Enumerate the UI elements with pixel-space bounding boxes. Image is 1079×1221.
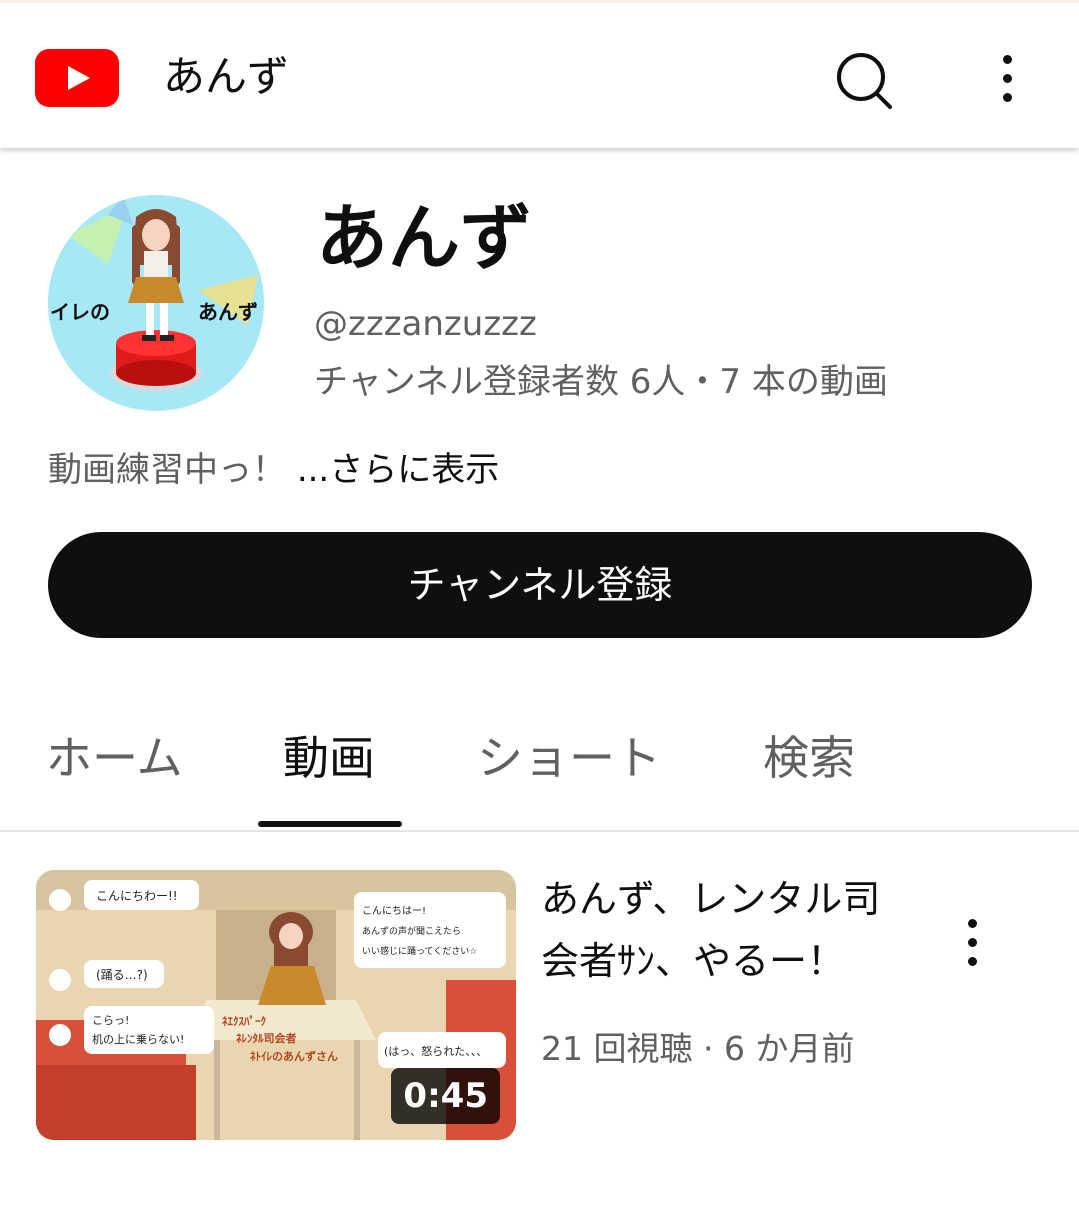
thumb-caption-6: あんずの声が聞こえたら [362, 925, 461, 937]
thumb-caption-8: (はっ、怒られた、、、 [384, 1044, 487, 1058]
thumb-caption-4: 机の上に乗らない! [92, 1032, 184, 1046]
channel-stats: チャンネル登録者数 6人・7 本の動画 [314, 362, 888, 402]
avatar-text-right: あんず [198, 300, 258, 324]
more-vert-icon[interactable] [955, 915, 991, 975]
channel-description[interactable]: 動画練習中っ！ ...さらに表示 [48, 448, 499, 492]
topbar-title: あんず [163, 52, 290, 101]
tab-home[interactable]: ホーム [46, 728, 183, 788]
more-vert-icon[interactable] [990, 49, 1026, 109]
more-link[interactable]: ...さらに表示 [297, 450, 499, 490]
tab-shorts[interactable]: ショート [477, 728, 661, 788]
thumb-caption-1: こんにちわー!! [96, 889, 178, 903]
channel-handle: @zzzanzuzzz [314, 304, 537, 344]
video-title[interactable]: あんず、レンタル司会者ｻﾝ、やるー！ [541, 868, 901, 992]
search-icon[interactable] [830, 47, 896, 113]
thumb-caption-2: (踊る…?) [96, 968, 148, 982]
video-list-item[interactable]: こんにちわー!! (踊る…?) こらっ! 机の上に乗らない! こんにちはー! あ… [0, 860, 1079, 1160]
avatar-text-left: イレの [50, 300, 110, 324]
video-duration-badge: 0:45 [391, 1068, 500, 1124]
thumb-caption-11: ﾈﾄｲﾚのあんずさん [250, 1049, 338, 1063]
channel-avatar[interactable]: イレの あんず [48, 195, 264, 411]
tab-search[interactable]: 検索 [763, 728, 855, 788]
top-app-bar: あんず [0, 0, 1079, 148]
youtube-logo-icon[interactable] [35, 49, 119, 107]
thumb-caption-9: ﾈｴｸｽﾊﾟｰｸ [222, 1014, 266, 1028]
thumb-caption-3: こらっ! [92, 1014, 129, 1027]
channel-tabs: ホーム 動画 ショート 検索 [0, 700, 1079, 832]
thumb-caption-10: ﾈﾚﾝﾀﾙ司会者 [236, 1031, 297, 1045]
thumb-caption-5: こんにちはー! [362, 905, 426, 917]
thumb-caption-7: いい感じに踊ってください☆ [362, 945, 477, 957]
subscribe-button[interactable]: チャンネル登録 [48, 532, 1032, 638]
tab-videos[interactable]: 動画 [283, 728, 375, 788]
active-tab-indicator [258, 821, 402, 827]
description-text: 動画練習中っ！ [48, 450, 286, 490]
video-thumbnail[interactable]: こんにちわー!! (踊る…?) こらっ! 机の上に乗らない! こんにちはー! あ… [36, 870, 516, 1140]
video-meta: 21 回視聴 · 6 か月前 [541, 1029, 855, 1068]
channel-name: あんず [316, 196, 533, 280]
